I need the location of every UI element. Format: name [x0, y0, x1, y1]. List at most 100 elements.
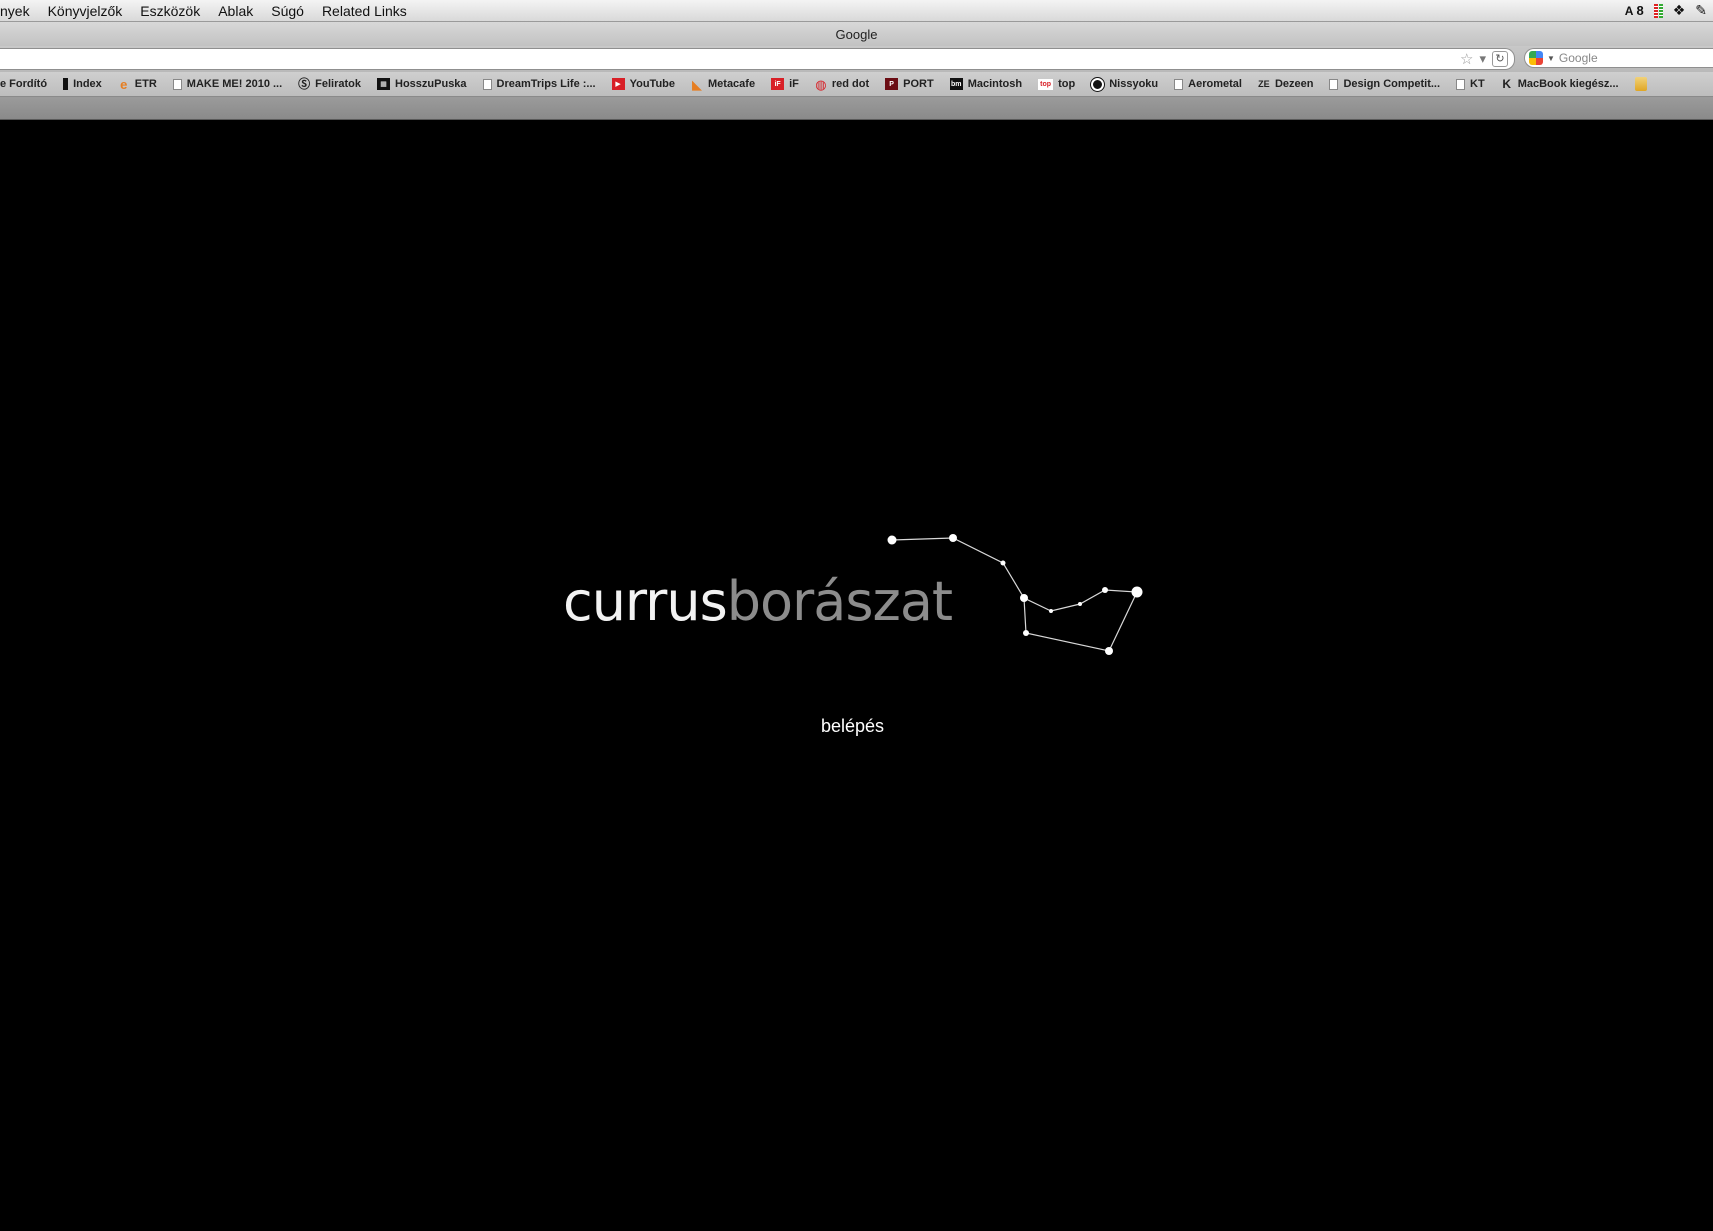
- status-area: A 8 ❖ ✎: [1625, 0, 1713, 21]
- bookmark-item[interactable]: MAKE ME! 2010 ...: [165, 78, 290, 90]
- window-title-bar: Google: [0, 22, 1713, 46]
- menu-item-related-links[interactable]: Related Links: [313, 3, 416, 19]
- bookmarks-bar: e Fordító Index e ETR MAKE ME! 2010 ... …: [0, 72, 1713, 97]
- bookmark-label: MAKE ME! 2010 ...: [186, 78, 283, 90]
- bookmark-item[interactable]: ▶ YouTube: [604, 78, 683, 90]
- search-placeholder: Google: [1558, 51, 1598, 65]
- bookmark-label: DreamTrips Life :...: [496, 78, 596, 90]
- bookmark-label: Index: [73, 78, 102, 90]
- search-box[interactable]: ▼ Google: [1524, 48, 1713, 68]
- bookmark-item[interactable]: ZE Dezeen: [1250, 77, 1322, 91]
- menu-item-nyek[interactable]: nyek: [0, 3, 39, 19]
- bookmark-item[interactable]: KT: [1448, 78, 1493, 90]
- youtube-icon: ▶: [611, 78, 625, 90]
- bookmark-label: red dot: [831, 78, 870, 90]
- page-icon: [172, 78, 182, 90]
- bookmark-label: Nissyoku: [1109, 78, 1159, 90]
- bookmark-label: MacBook kiegész...: [1517, 78, 1619, 90]
- bookmark-label: Design Competit...: [1343, 78, 1441, 90]
- bookmark-item[interactable]: e ETR: [110, 77, 165, 91]
- menu-item-ablak[interactable]: Ablak: [209, 3, 262, 19]
- star-dot: [1102, 587, 1108, 593]
- feliratok-icon: Ⓢ: [298, 77, 311, 91]
- star-dot: [1078, 602, 1082, 606]
- nissyoku-icon: [1091, 77, 1105, 91]
- page-icon: [1456, 78, 1466, 90]
- chevron-down-icon[interactable]: ▾: [1479, 51, 1486, 67]
- page-icon: [1329, 78, 1339, 90]
- top-icon: top: [1038, 78, 1054, 90]
- page-icon: [1174, 78, 1184, 90]
- bookmark-item[interactable]: P PORT: [877, 78, 942, 90]
- star-dot: [1131, 586, 1143, 598]
- star-dot: [1020, 594, 1028, 602]
- constellation-icon: [887, 534, 1143, 655]
- menu-bar: nyek Könyvjelzők Eszközök Ablak Súgó Rel…: [0, 0, 1713, 22]
- address-bar[interactable]: ☆ ▾ ↻: [0, 48, 1515, 70]
- star-dot: [949, 534, 957, 542]
- macbook-icon: K: [1502, 77, 1512, 91]
- hosszupuska-icon: ▦: [377, 78, 391, 90]
- bookmark-item[interactable]: Nissyoku: [1083, 77, 1166, 91]
- port-icon: P: [885, 78, 899, 90]
- wrench-icon[interactable]: ✎: [1695, 2, 1707, 19]
- index-icon: [63, 78, 69, 90]
- bookmark-item[interactable]: iF iF: [763, 78, 807, 90]
- bookmark-label: KT: [1470, 78, 1485, 90]
- reload-icon[interactable]: ↻: [1492, 51, 1508, 67]
- bookmark-label: Metacafe: [708, 78, 756, 90]
- page-icon: [482, 78, 492, 90]
- browser-toolbar: ☆ ▾ ↻ ▼ Google: [0, 46, 1713, 72]
- bookmark-label: e Fordító: [0, 78, 48, 90]
- folder-icon: [1634, 77, 1647, 91]
- metacafe-icon: ◣: [692, 76, 702, 92]
- bookmark-label: Dezeen: [1274, 78, 1314, 90]
- bookmark-item[interactable]: e Fordító: [0, 78, 55, 90]
- dropbox-icon[interactable]: ❖: [1673, 2, 1686, 19]
- adobe-updater[interactable]: A 8: [1625, 3, 1644, 18]
- bookmark-item[interactable]: Design Competit...: [1321, 78, 1448, 90]
- bookmark-label: Aerometal: [1188, 78, 1242, 90]
- bookmark-item[interactable]: Ⓢ Feliratok: [290, 77, 369, 91]
- bookmark-label: top: [1058, 78, 1076, 90]
- bookmark-label: iF: [789, 78, 799, 90]
- bookmark-item[interactable]: Aerometal: [1166, 78, 1250, 90]
- bookmark-label: YouTube: [629, 78, 675, 90]
- star-dot: [1000, 560, 1006, 566]
- bookmark-item[interactable]: ◣ Metacafe: [683, 77, 763, 91]
- tab-strip: [0, 97, 1713, 120]
- enter-link[interactable]: belépés: [700, 716, 1005, 737]
- window-title: Google: [835, 26, 878, 42]
- adobe-count: 8: [1636, 3, 1644, 18]
- bookmark-label: PORT: [903, 78, 934, 90]
- page: nyek Könyvjelzők Eszközök Ablak Súgó Rel…: [0, 0, 1713, 1231]
- bookmark-star-icon[interactable]: ☆: [1460, 50, 1473, 68]
- bookmark-overflow[interactable]: [1627, 77, 1655, 91]
- adobe-icon: A: [1624, 3, 1634, 18]
- menu-item-konyvjelzok[interactable]: Könyvjelzők: [39, 3, 132, 19]
- google-icon[interactable]: [1529, 51, 1543, 65]
- bookmark-label: HosszuPuska: [395, 78, 467, 90]
- star-dot: [887, 535, 897, 545]
- bookmark-label: Macintosh: [967, 78, 1023, 90]
- bookmark-item[interactable]: top top: [1030, 78, 1083, 90]
- bookmark-item[interactable]: K MacBook kiegész...: [1493, 77, 1627, 91]
- search-engine-chevron-icon[interactable]: ▼: [1547, 54, 1555, 63]
- menu-item-sugo[interactable]: Súgó: [262, 3, 313, 19]
- if-icon: iF: [771, 78, 785, 90]
- page-content: currusborászat belépés: [0, 120, 1713, 1231]
- bookmark-item[interactable]: bm Macintosh: [942, 78, 1030, 90]
- star-dot: [1023, 630, 1029, 636]
- bookmark-label: Feliratok: [315, 78, 362, 90]
- bookmark-item[interactable]: Index: [55, 78, 110, 90]
- address-bar-icons: ☆ ▾ ↻: [1460, 49, 1508, 69]
- star-dot: [1049, 609, 1053, 613]
- red-dot-icon: ◍: [815, 76, 827, 92]
- bookmark-item[interactable]: ▦ HosszuPuska: [369, 78, 475, 90]
- activity-meter-icon[interactable]: [1653, 3, 1663, 18]
- bm-icon: bm: [949, 78, 963, 90]
- bookmark-item[interactable]: DreamTrips Life :...: [475, 78, 604, 90]
- bookmark-label: ETR: [134, 78, 157, 90]
- bookmark-item[interactable]: ◍ red dot: [807, 77, 877, 91]
- menu-item-eszkozok[interactable]: Eszközök: [131, 3, 209, 19]
